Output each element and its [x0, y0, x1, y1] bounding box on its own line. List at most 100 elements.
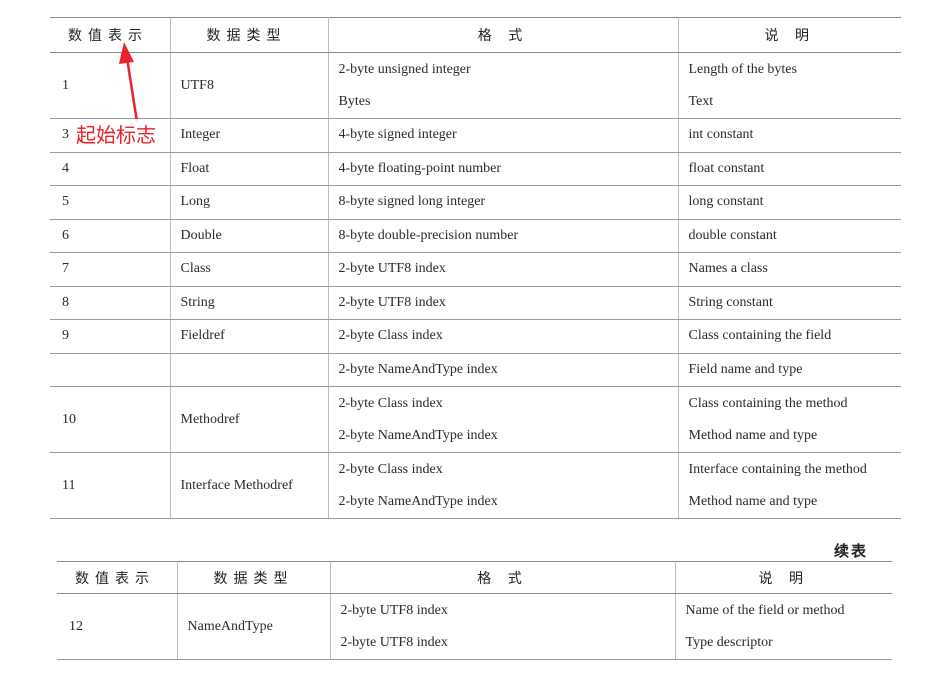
- table-row: 4 Float 4-byte floating-point number float …: [50, 152, 901, 186]
- constant-pool-table-continued: 数值表示 数据类型 格 式 说 明 12 NameAndType 2-byte UT…: [57, 561, 892, 660]
- format-line: 2-byte Class index: [338, 395, 443, 411]
- cell-type: Float: [169, 152, 328, 186]
- header-description: 说 明: [674, 561, 892, 594]
- cell-format: 8-byte double-precision number: [327, 219, 678, 253]
- format-line: 8-byte double-precision number: [338, 227, 519, 243]
- cell-type: UTF8: [169, 52, 328, 119]
- cell-value: [50, 353, 170, 387]
- table-row: 7 Class 2-byte UTF8 index Names a class: [50, 252, 901, 287]
- format-line: 2-byte unsigned integer: [338, 61, 471, 77]
- cell-format: 4-byte floating-point number: [327, 152, 678, 186]
- cell-type: Fieldref: [169, 319, 328, 354]
- cell-value: 11: [50, 452, 170, 519]
- cell-value: 12: [57, 593, 177, 660]
- cell-value: 9: [50, 319, 170, 354]
- format-line: 2-byte UTF8 index: [338, 261, 446, 277]
- header-format: 格 式: [329, 561, 675, 594]
- cell-format: 8-byte signed long integer: [327, 185, 678, 220]
- header-description: 说 明: [677, 17, 901, 53]
- description-line: Name of the field or method: [685, 602, 845, 618]
- cell-description: double constant: [677, 219, 901, 253]
- cell-description: long constant: [677, 185, 901, 220]
- description-line: float constant: [688, 160, 765, 176]
- cell-type: NameAndType: [176, 593, 330, 660]
- cell-value: 8: [50, 286, 170, 320]
- cell-type: Interface Methodref: [169, 452, 328, 519]
- table-row: 12 NameAndType 2-byte UTF8 index 2-byte UTF…: [57, 593, 892, 660]
- table-row: 2-byte NameAndType index Field name and t…: [50, 353, 901, 387]
- cell-description: float constant: [677, 152, 901, 186]
- cell-description: Interface containing the method Method na…: [677, 452, 901, 519]
- description-line: long constant: [688, 194, 764, 210]
- table-row: 1 UTF8 2-byte unsigned integer Bytes Length …: [50, 52, 901, 119]
- cell-format: 2-byte unsigned integer Bytes: [327, 52, 678, 119]
- cell-description: Names a class: [677, 252, 901, 287]
- cell-value: 4: [50, 152, 170, 186]
- table-body: 1 UTF8 2-byte unsigned integer Bytes Length …: [50, 52, 901, 519]
- header-type: 数据类型: [176, 561, 330, 594]
- continued-label: 续表: [834, 542, 869, 560]
- cell-format: 4-byte signed integer: [327, 118, 678, 153]
- description-line: Class containing the field: [688, 328, 832, 344]
- cell-type: String: [169, 286, 328, 320]
- cell-value: 6: [50, 219, 170, 253]
- header-format: 格 式: [327, 17, 678, 53]
- header-value: 数值表示: [57, 561, 177, 594]
- format-line: 2-byte UTF8 index: [338, 294, 446, 310]
- format-line: 2-byte Class index: [338, 461, 443, 477]
- cell-value: 7: [50, 252, 170, 287]
- format-line: 2-byte Class index: [338, 328, 443, 344]
- format-line: 4-byte signed integer: [338, 127, 457, 143]
- cell-description: Class containing the method Method name a…: [677, 386, 901, 453]
- format-line: 2-byte NameAndType index: [338, 361, 498, 377]
- cell-type: [169, 353, 328, 387]
- table-row: 3 Integer 4-byte signed integer int constan…: [50, 118, 901, 153]
- cell-value: 1: [50, 52, 170, 119]
- table-row: 9 Fieldref 2-byte Class index Class contain…: [50, 319, 901, 354]
- cell-type: Integer: [169, 118, 328, 153]
- table-row: 5 Long 8-byte signed long integer long cons…: [50, 185, 901, 220]
- description-line: int constant: [688, 127, 754, 143]
- description-line: double constant: [688, 227, 777, 243]
- cell-format: 2-byte UTF8 index: [327, 286, 678, 320]
- cell-description: Class containing the field: [677, 319, 901, 354]
- description-line: Class containing the method: [688, 395, 848, 411]
- cell-value: 10: [50, 386, 170, 453]
- description-line: Interface containing the method: [688, 461, 867, 477]
- description-line: Length of the bytes: [688, 61, 797, 77]
- format-line: 2-byte NameAndType index: [338, 427, 498, 443]
- cell-description: String constant: [677, 286, 901, 320]
- cell-description: Length of the bytes Text: [677, 52, 901, 119]
- description-line: Names a class: [688, 261, 768, 277]
- description-line: Type descriptor: [685, 634, 773, 650]
- cell-type: Class: [169, 252, 328, 287]
- format-line: 2-byte UTF8 index: [340, 634, 448, 650]
- cell-format: 2-byte NameAndType index: [327, 353, 678, 387]
- constant-pool-table: 数值表示 数据类型 格 式 说 明 1 UTF8 2-byte unsigned i…: [50, 17, 901, 519]
- cell-format: 2-byte Class index: [327, 319, 678, 354]
- format-line: 8-byte signed long integer: [338, 194, 486, 210]
- cell-format: 2-byte UTF8 index: [327, 252, 678, 287]
- cell-type: Long: [169, 185, 328, 220]
- description-line: Field name and type: [688, 361, 803, 377]
- format-line: Bytes: [338, 93, 371, 109]
- format-line: 4-byte floating-point number: [338, 160, 502, 176]
- cell-format: 2-byte UTF8 index 2-byte UTF8 index: [329, 593, 675, 660]
- description-line: Method name and type: [688, 427, 818, 443]
- format-line: 2-byte NameAndType index: [338, 493, 498, 509]
- description-line: Method name and type: [688, 493, 818, 509]
- cell-description: int constant: [677, 118, 901, 153]
- format-line: 2-byte UTF8 index: [340, 602, 448, 618]
- table-row: 10 Methodref 2-byte Class index 2-byte Name…: [50, 386, 901, 453]
- table-row: 8 String 2-byte UTF8 index String constant: [50, 286, 901, 320]
- description-line: String constant: [688, 294, 773, 310]
- cell-type: Methodref: [169, 386, 328, 453]
- table-row: 6 Double 8-byte double-precision number dou…: [50, 219, 901, 253]
- cell-format: 2-byte Class index 2-byte NameAndType ind…: [327, 386, 678, 453]
- cell-value: 5: [50, 185, 170, 220]
- cell-description: Name of the field or method Type descript…: [674, 593, 892, 660]
- header-value: 数值表示: [50, 17, 170, 53]
- table-header-row: 数值表示 数据类型 格 式 说 明: [50, 17, 901, 53]
- cell-type: Double: [169, 219, 328, 253]
- table-header-row: 数值表示 数据类型 格 式 说 明: [57, 561, 892, 594]
